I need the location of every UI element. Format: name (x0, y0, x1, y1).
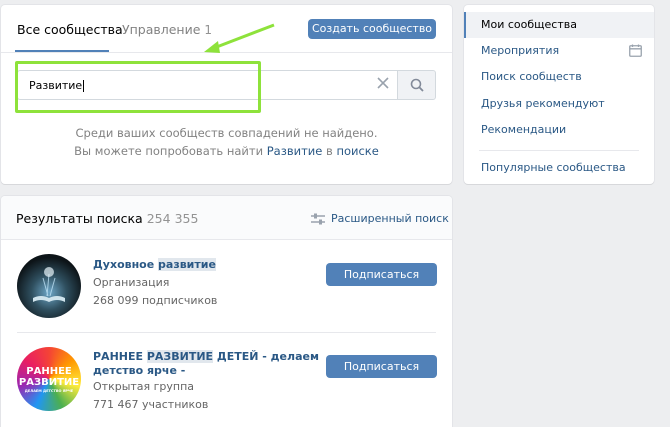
group-name[interactable]: Духовное развитие (93, 258, 321, 272)
active-tab-underline (15, 50, 109, 52)
group-name-part: РАННЕЕ (93, 350, 147, 363)
highlight-annotation-box (15, 61, 261, 113)
clear-icon[interactable] (375, 76, 391, 92)
row-divider (17, 332, 436, 333)
results-title: Результаты поиска 254 355 (16, 211, 198, 226)
query-link[interactable]: Развитие (267, 144, 323, 158)
sidebar-item-my-communities[interactable]: Мои сообщества (464, 12, 654, 38)
results-header: Результаты поиска 254 355 Расширенный пои… (1, 196, 452, 240)
avatar-text-line2: РАЗВИТИЕ (18, 377, 80, 388)
subscribe-button[interactable]: Подписаться (326, 263, 437, 286)
results-count: 254 355 (146, 211, 199, 226)
sidebar-item-events[interactable]: Мероприятия (464, 38, 654, 64)
search-results-card: Результаты поиска 254 355 Расширенный пои… (1, 196, 452, 427)
sidebar-item-popular[interactable]: Популярные сообщества (464, 155, 654, 181)
subscribe-button[interactable]: Подписаться (326, 355, 437, 378)
group-members: 771 467 участников (93, 398, 209, 411)
right-menu: Мои сообщества Мероприятия Поиск сообщес… (464, 5, 654, 184)
group-name-highlight: развитие (158, 258, 216, 271)
sidebar-item-friends-recommend[interactable]: Друзья рекомендуют (464, 91, 654, 117)
avatar-text-line1: РАННЕЕ (26, 366, 72, 377)
sidebar-item-search-communities[interactable]: Поиск сообществ (464, 64, 654, 90)
sidebar-item-recommendations[interactable]: Рекомендации (464, 117, 654, 143)
avatar[interactable]: РАННЕЕ РАЗВИТИЕ ДЕЛАЕМ ДЕТСТВО ЯРЧЕ (17, 347, 81, 411)
tab-all-communities[interactable]: Все сообщества (17, 22, 123, 37)
advanced-search-link[interactable]: Расширенный поиск (311, 212, 449, 225)
search-button[interactable] (397, 70, 436, 100)
calendar-icon[interactable] (629, 44, 642, 57)
group-type: Организация (93, 276, 170, 289)
results-title-text: Результаты поиска (16, 211, 143, 226)
group-members: 268 099 подписчиков (93, 294, 218, 307)
empty-prefix: Вы можете попробовать найти (74, 144, 264, 158)
group-type: Открытая группа (93, 380, 195, 393)
create-community-button[interactable]: Создать сообщество (308, 19, 436, 39)
group-name-highlight: РАЗВИТИЕ (146, 350, 214, 363)
avatar[interactable] (17, 254, 81, 318)
search-icon (410, 78, 424, 92)
empty-message-line1: Среди ваших сообществ совпадений не найд… (75, 126, 378, 140)
avatar-text-line3: ДЕЛАЕМ ДЕТСТВО ЯРЧЕ (24, 389, 74, 393)
filter-icon (311, 213, 325, 225)
search-link[interactable]: поиске (336, 144, 378, 158)
empty-in: в (326, 144, 333, 158)
empty-message-line2: Вы можете попробовать найти Развитие в п… (1, 144, 452, 158)
tab-manage[interactable]: Управление 1 (122, 22, 212, 37)
group-name[interactable]: РАННЕЕ РАЗВИТИЕ ДЕТЕЙ - делаем детство я… (93, 350, 321, 378)
sidebar-item-label: Мероприятия (481, 44, 560, 57)
book-icon (33, 267, 65, 302)
arrow-annotation (204, 23, 275, 53)
group-name-part: Духовное (93, 258, 159, 271)
advanced-search-label: Расширенный поиск (331, 212, 449, 225)
sidebar-divider (479, 150, 639, 151)
tab-manage-label: Управление (122, 22, 201, 37)
